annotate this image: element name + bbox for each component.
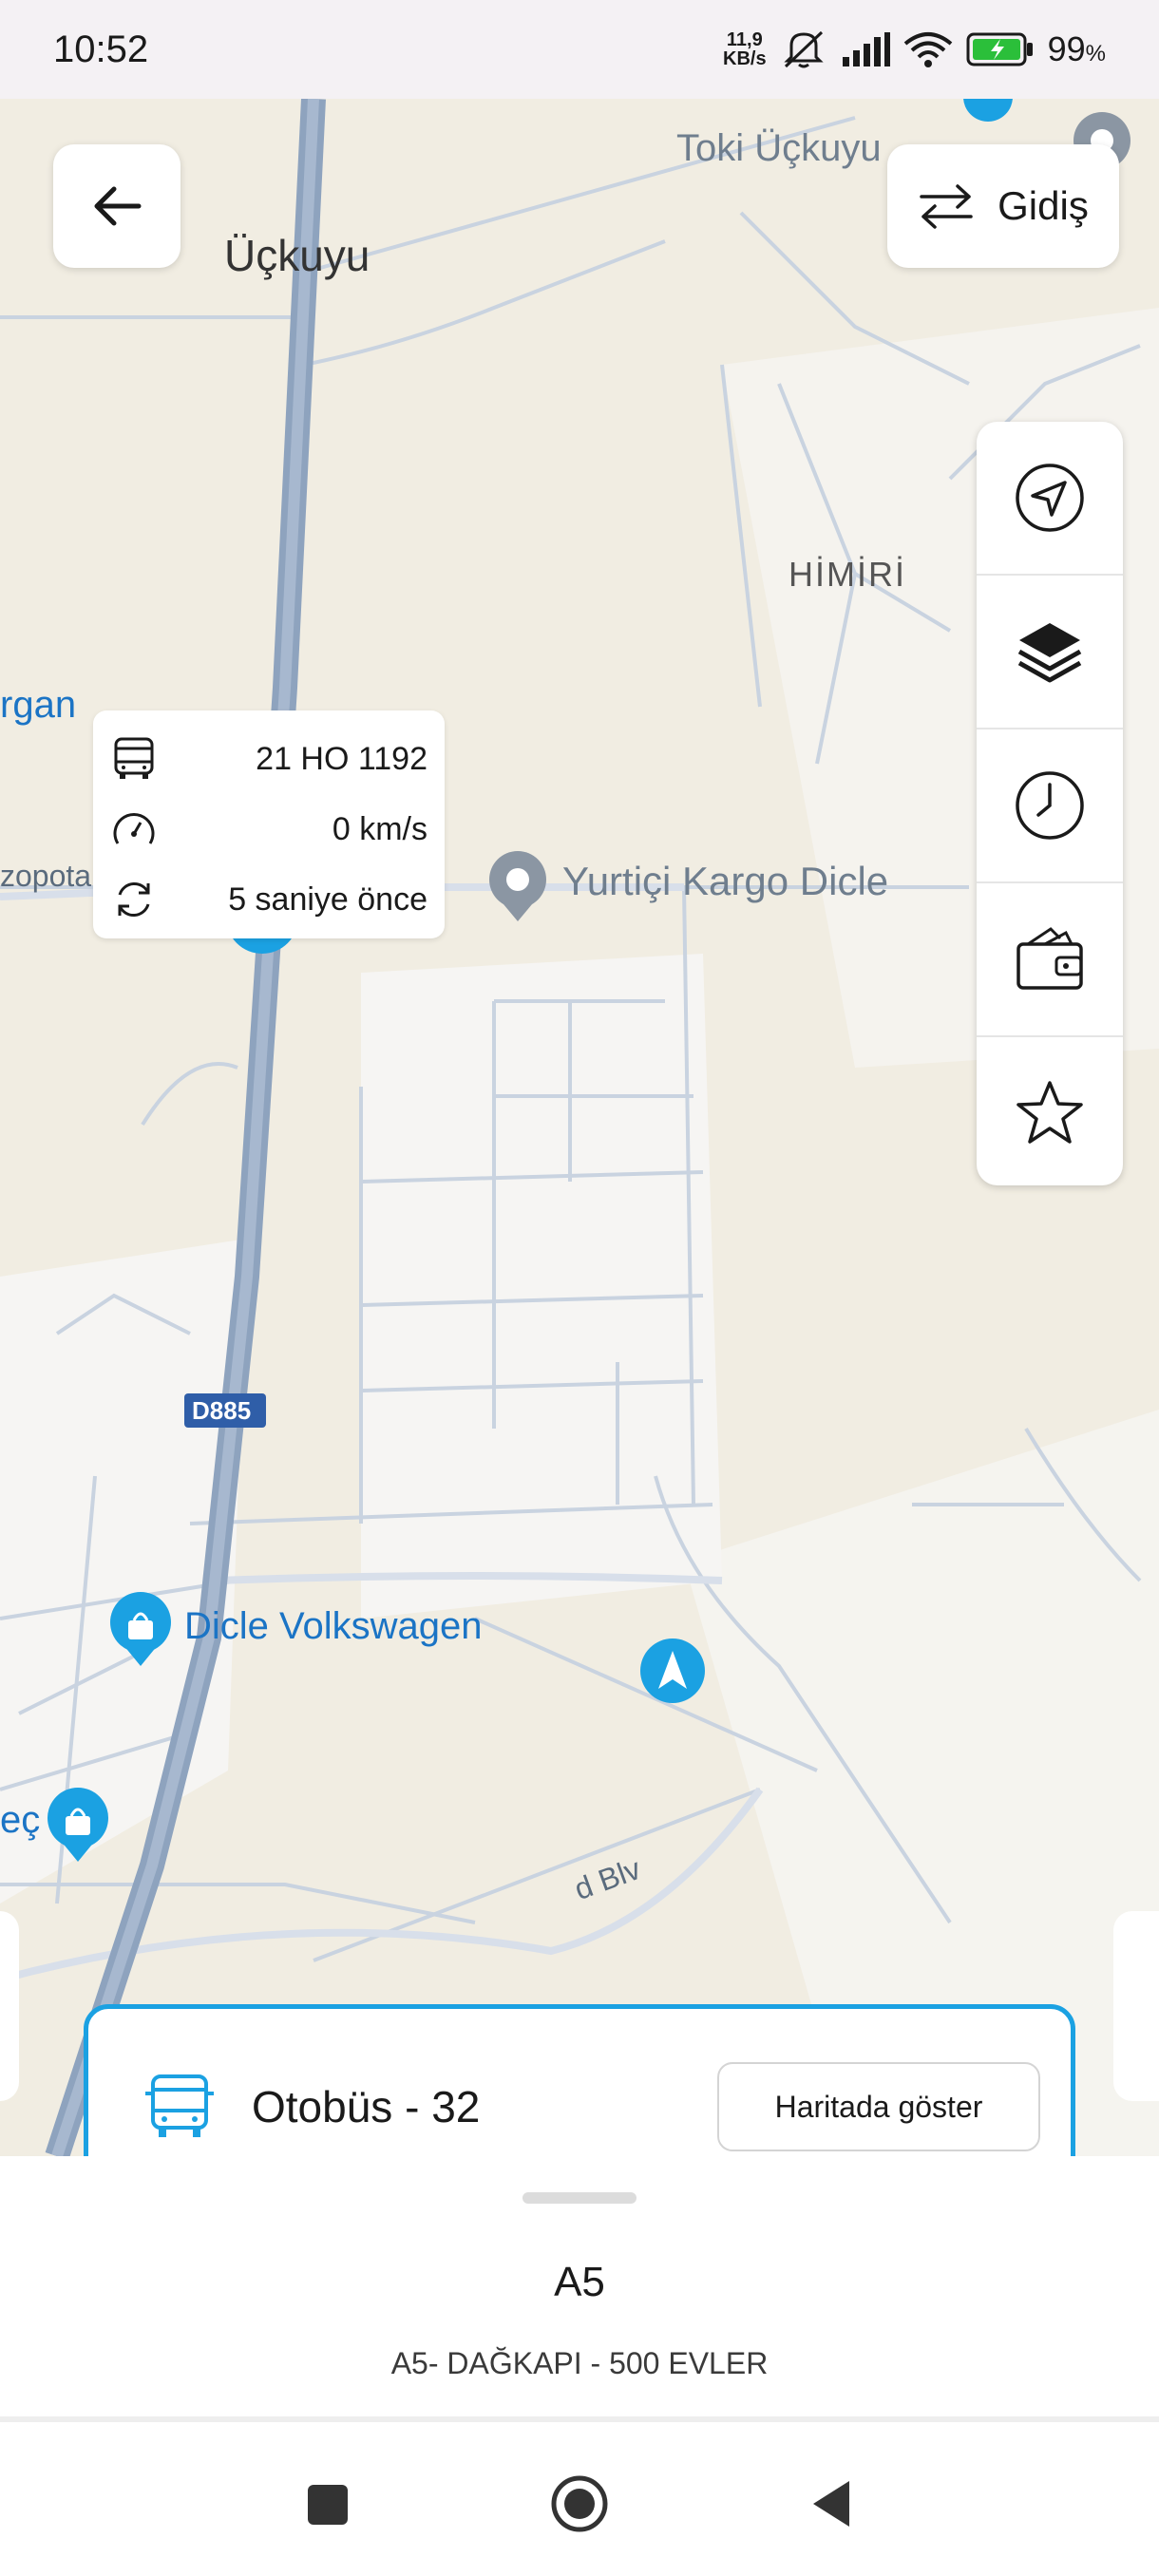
status-icons: 11,9 KB/s 99% — [723, 28, 1106, 70]
map-label-himiri: HİMİRİ — [788, 555, 906, 594]
sheet-divider — [0, 2416, 1159, 2422]
arrow-left-icon — [94, 186, 142, 226]
vehicle-plate-row: 21 HO 1192 — [110, 724, 428, 794]
route-code: A5 — [554, 2259, 605, 2305]
map-label-uckuyu: Üçkuyu — [224, 231, 370, 280]
home-button[interactable] — [549, 2473, 610, 2534]
vehicle-info-popup: 21 HO 1192 0 km/s 5 saniye önce — [93, 710, 445, 938]
favorites-button[interactable] — [977, 1037, 1123, 1185]
map-label-ec: eç — [0, 1799, 41, 1841]
speedometer-icon — [113, 813, 155, 844]
map-layers-button[interactable] — [977, 576, 1123, 729]
direction-label: Gidiş — [998, 183, 1089, 228]
wallet-button[interactable] — [977, 883, 1123, 1037]
map-label-dicle-volkswagen: Dicle Volkswagen — [184, 1605, 483, 1647]
vehicle-speed: 0 km/s — [332, 810, 428, 847]
mute-icon — [783, 30, 824, 68]
system-navigation-bar — [0, 2434, 1159, 2576]
battery-percent: 99% — [1047, 29, 1106, 68]
vehicle-update-row: 5 saniye önce — [110, 864, 428, 935]
sheet-drag-handle[interactable] — [522, 2192, 636, 2204]
signal-icon — [842, 32, 890, 66]
wallet-icon — [1016, 927, 1083, 990]
clock-icon — [1016, 771, 1084, 840]
swap-arrows-icon — [920, 184, 973, 229]
direction-toggle-button[interactable]: Gidiş — [887, 144, 1119, 268]
battery-icon — [966, 32, 1033, 66]
wifi-icon — [903, 32, 952, 67]
back-nav-button[interactable] — [809, 2479, 853, 2529]
timetable-button[interactable] — [977, 729, 1123, 883]
vehicle-speed-row: 0 km/s — [110, 794, 428, 864]
navigation-arrow-icon — [1016, 464, 1084, 532]
road-shield-d885: D885 — [192, 1396, 252, 1425]
back-button[interactable] — [53, 144, 180, 268]
network-speed: 11,9 KB/s — [723, 29, 767, 69]
bus-card-title: Otobüs - 32 — [252, 2082, 481, 2131]
map-label-toki: Toki Üçkuyu — [676, 127, 882, 169]
route-name: A5- DAĞKAPI - 500 EVLER — [390, 2346, 769, 2380]
layers-icon — [1017, 623, 1082, 683]
map-tools-panel — [977, 422, 1123, 1185]
route-bottom-sheet[interactable]: A5 A5- DAĞKAPI - 500 EVLER — [0, 2156, 1159, 2434]
status-bar: 10:52 11,9 KB/s 99% — [0, 0, 1159, 99]
map-label-ergani: rgan — [0, 684, 77, 726]
bus-icon — [114, 737, 154, 779]
bus-icon — [145, 2074, 214, 2137]
show-on-map-button[interactable]: Haritada göster — [717, 2062, 1040, 2151]
refresh-icon — [118, 882, 150, 917]
star-icon — [1016, 1081, 1083, 1144]
map-label-yurtici: Yurtiçi Kargo Dicle — [562, 859, 889, 903]
map-view[interactable]: Üçkuyu Toki Üçkuyu HİMİRİ rgan zopotamya… — [0, 99, 1159, 2156]
recents-button[interactable] — [306, 2483, 350, 2527]
clock: 10:52 — [53, 28, 149, 70]
locate-me-button[interactable] — [977, 422, 1123, 576]
vehicle-plate: 21 HO 1192 — [256, 740, 428, 777]
vehicle-last-update: 5 saniye önce — [228, 881, 428, 918]
selected-bus-card[interactable]: Otobüs - 32 Haritada göster — [84, 2004, 1075, 2156]
